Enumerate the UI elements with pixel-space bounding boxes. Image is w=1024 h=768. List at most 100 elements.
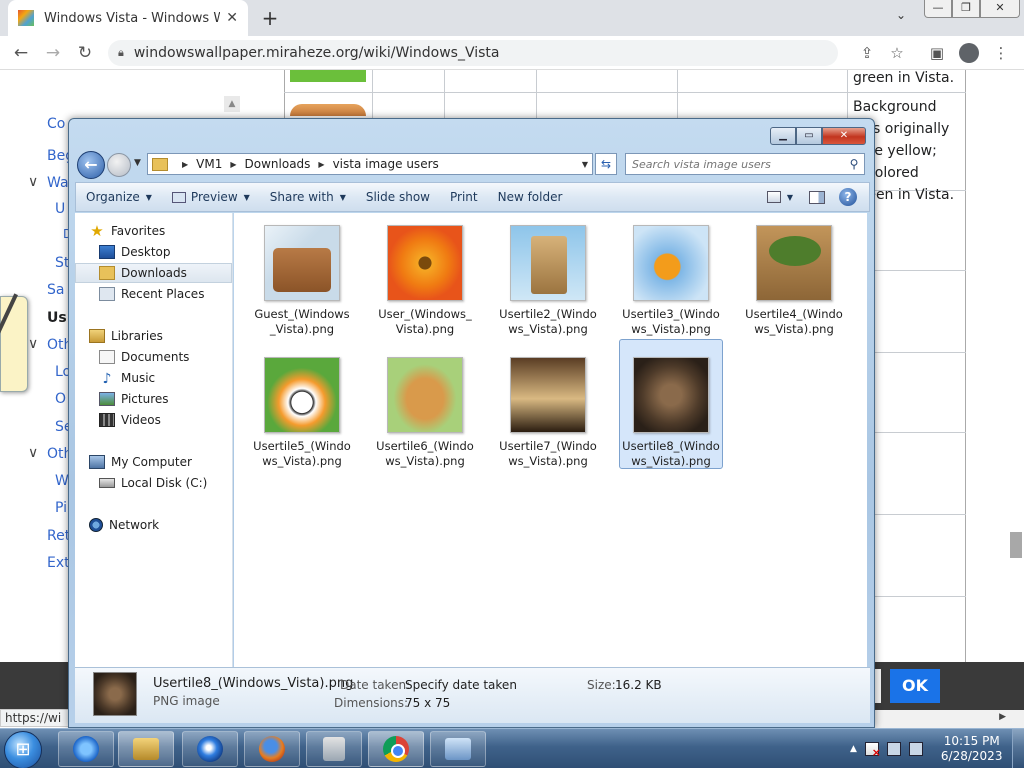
- share-icon[interactable]: ⇪: [856, 42, 878, 64]
- breadcrumb-item[interactable]: vista image users: [333, 157, 439, 171]
- toc-chevron-icon[interactable]: ∨: [28, 336, 38, 352]
- toc-item[interactable]: O: [55, 391, 66, 407]
- file-item[interactable]: Guest_(Windows_Vista).png: [250, 219, 354, 347]
- bookmark-star-icon[interactable]: ☆: [886, 42, 908, 64]
- file-item[interactable]: Usertile2_(Windows_Vista).png: [496, 219, 600, 347]
- recent-pages-chevron-icon[interactable]: ▼: [134, 158, 141, 168]
- taskbar-firefox[interactable]: [244, 731, 300, 767]
- change-view-icon[interactable]: [766, 191, 781, 203]
- preview-button[interactable]: Preview ▼: [162, 190, 260, 204]
- file-item[interactable]: Usertile7_(Windows_Vista).png: [496, 351, 600, 479]
- file-item[interactable]: Usertile3_(Windows_Vista).png: [619, 219, 723, 347]
- address-bar[interactable]: 🔒︎ windowswallpaper.miraheze.org/wiki/Wi…: [108, 40, 838, 66]
- file-item-selected[interactable]: Usertile8_(Windows_Vista).png: [619, 339, 723, 469]
- print-button[interactable]: Print: [440, 190, 488, 204]
- address-dropdown-icon[interactable]: ▼: [582, 160, 588, 169]
- date-taken-value[interactable]: Specify date taken: [405, 678, 517, 692]
- file-item[interactable]: Usertile4_(Windows_Vista).png: [742, 219, 846, 347]
- browser-tab[interactable]: Windows Vista - Windows Wallp ✕: [8, 0, 248, 36]
- nav-item-favorites[interactable]: ★ Favorites: [75, 221, 232, 241]
- new-tab-button[interactable]: +: [258, 6, 282, 30]
- nav-item-documents[interactable]: Documents: [75, 347, 232, 367]
- toc-item[interactable]: Ret: [47, 528, 70, 544]
- views-dropdown-icon[interactable]: ▼: [781, 193, 793, 202]
- horizontal-scrollbar[interactable]: ▶: [874, 710, 1024, 728]
- nav-item-my-computer[interactable]: My Computer: [75, 452, 232, 472]
- organize-button[interactable]: Organize ▼: [76, 190, 162, 204]
- nav-item-recent-places[interactable]: Recent Places: [75, 284, 232, 304]
- file-item[interactable]: User_(Windows_Vista).png: [373, 219, 477, 347]
- breadcrumb-separator-icon[interactable]: ▶: [318, 160, 324, 169]
- toc-item[interactable]: Sa: [47, 282, 64, 298]
- start-button[interactable]: ⊞: [4, 731, 42, 768]
- volume-tray-icon[interactable]: [908, 742, 923, 756]
- toc-item[interactable]: Co: [47, 116, 65, 132]
- share-with-button[interactable]: Share with ▼: [260, 190, 356, 204]
- clock[interactable]: 10:15 PM 6/28/2023: [941, 734, 1003, 764]
- explorer-maximize-button[interactable]: ▭: [796, 127, 822, 145]
- forward-button[interactable]: [107, 153, 131, 177]
- network-tray-icon[interactable]: [886, 742, 901, 756]
- nav-item-desktop[interactable]: Desktop: [75, 242, 232, 262]
- taskbar-paint[interactable]: [306, 731, 362, 767]
- breadcrumb[interactable]: ▶ VM1 ▶ Downloads ▶ vista image users ▼: [147, 153, 593, 175]
- search-icon[interactable]: ⚲: [844, 157, 864, 171]
- file-item[interactable]: Usertile6_(Windows_Vista).png: [373, 351, 477, 479]
- tab-close-icon[interactable]: ✕: [226, 10, 238, 26]
- file-item[interactable]: Usertile5_(Windows_Vista).png: [250, 351, 354, 479]
- explorer-close-button[interactable]: ✕: [822, 127, 866, 145]
- search-box[interactable]: ⚲: [625, 153, 865, 175]
- toc-item-active[interactable]: Us: [47, 310, 67, 326]
- nav-item-downloads[interactable]: Downloads: [75, 263, 232, 283]
- ok-button[interactable]: OK: [890, 669, 940, 703]
- scroll-right-icon[interactable]: ▶: [999, 712, 1006, 722]
- back-button[interactable]: ←: [77, 151, 105, 179]
- taskbar-chrome[interactable]: [368, 731, 424, 767]
- taskbar-control-panel[interactable]: [430, 731, 486, 767]
- preview-pane-icon[interactable]: [809, 190, 825, 204]
- toc-item[interactable]: U: [55, 201, 65, 217]
- toc-item[interactable]: Wa: [47, 175, 69, 191]
- show-hidden-icons-icon[interactable]: ▲: [850, 744, 857, 754]
- toc-scroll-up-icon[interactable]: ▲: [224, 96, 240, 112]
- nav-item-local-disk[interactable]: Local Disk (C:): [75, 473, 232, 493]
- breadcrumb-item[interactable]: VM1: [196, 157, 222, 171]
- help-icon[interactable]: ?: [839, 188, 857, 206]
- taskbar-windows-explorer[interactable]: [118, 731, 174, 767]
- nav-item-videos[interactable]: Videos: [75, 410, 232, 430]
- show-desktop-button[interactable]: [1012, 729, 1024, 768]
- nav-item-libraries[interactable]: Libraries: [75, 326, 232, 346]
- toc-item[interactable]: W: [55, 473, 69, 489]
- explorer-minimize-button[interactable]: ▁: [770, 127, 796, 145]
- toc-chevron-icon[interactable]: ∨: [28, 174, 38, 190]
- chrome-icon: [383, 736, 409, 762]
- tab-search-chevron-icon[interactable]: ⌄: [896, 8, 906, 22]
- toc-chevron-icon[interactable]: ∨: [28, 445, 38, 461]
- taskbar-media-player[interactable]: [182, 731, 238, 767]
- nav-item-pictures[interactable]: Pictures: [75, 389, 232, 409]
- page-scrollbar-thumb[interactable]: [1010, 532, 1022, 558]
- breadcrumb-separator-icon[interactable]: ▶: [182, 160, 188, 169]
- slide-show-button[interactable]: Slide show: [356, 190, 440, 204]
- action-center-flag-icon[interactable]: [864, 742, 881, 759]
- wallpaper-thumbnail: [290, 70, 366, 82]
- profile-avatar-icon[interactable]: [958, 42, 980, 64]
- new-folder-button[interactable]: New folder: [488, 190, 573, 204]
- toc-item[interactable]: Pi: [55, 500, 67, 516]
- restore-button[interactable]: ❐: [952, 0, 980, 18]
- toc-item[interactable]: Ext: [47, 555, 70, 571]
- minimize-button[interactable]: —: [924, 0, 952, 18]
- taskbar-internet-explorer[interactable]: [58, 731, 114, 767]
- breadcrumb-item[interactable]: Downloads: [245, 157, 311, 171]
- breadcrumb-separator-icon[interactable]: ▶: [230, 160, 236, 169]
- back-arrow-icon[interactable]: ←: [10, 42, 32, 64]
- reload-icon[interactable]: ↻: [74, 42, 96, 64]
- forward-arrow-icon[interactable]: →: [42, 42, 64, 64]
- nav-item-music[interactable]: ♪ Music: [75, 368, 232, 388]
- search-input[interactable]: [632, 157, 844, 171]
- side-panel-icon[interactable]: ▣: [926, 42, 948, 64]
- nav-item-network[interactable]: Network: [75, 515, 232, 535]
- menu-kebab-icon[interactable]: ⋮: [990, 42, 1012, 64]
- refresh-button[interactable]: ⇆: [595, 153, 617, 175]
- close-button[interactable]: ✕: [980, 0, 1020, 18]
